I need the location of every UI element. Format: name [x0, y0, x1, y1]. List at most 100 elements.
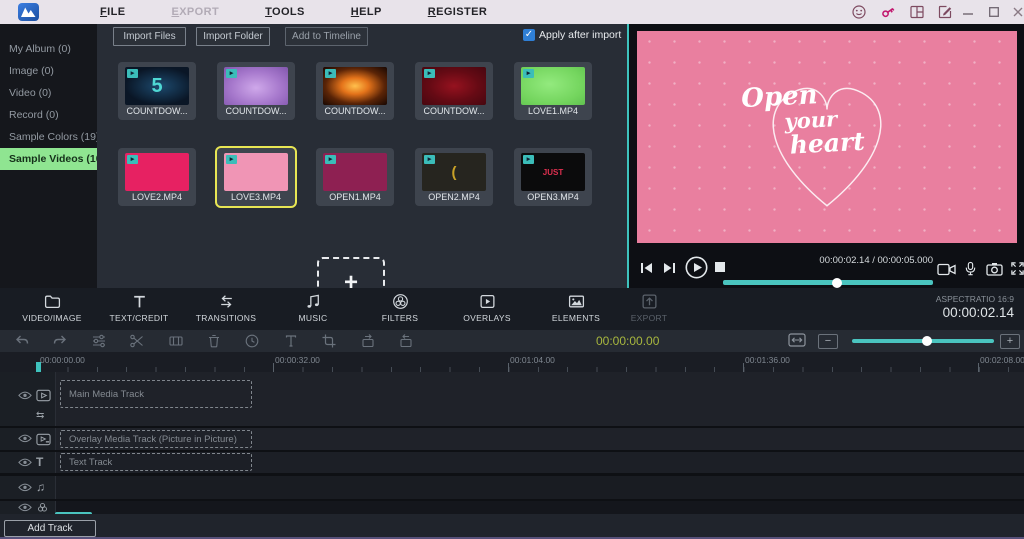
main-media-track-placeholder: Main Media Track — [60, 380, 252, 408]
edit-mode-icon[interactable] — [937, 4, 953, 20]
close-button[interactable] — [1006, 0, 1024, 24]
menu-help[interactable]: HELP — [351, 6, 382, 18]
zoom-in-button[interactable]: + — [1000, 334, 1020, 349]
pan-zoom-icon-button[interactable] — [398, 333, 414, 349]
apply-after-import-checkbox[interactable]: ✓ — [523, 29, 535, 41]
eye-icon[interactable] — [18, 434, 32, 444]
redo-icon — [52, 333, 68, 349]
play-icon — [685, 256, 708, 279]
preview-panel: Open your heart 00:00:02.14 / 00:00:05.0… — [629, 24, 1024, 288]
account-icon[interactable] — [851, 4, 867, 20]
text-tool-icon-button[interactable] — [283, 333, 299, 349]
snapshot-button[interactable] — [986, 262, 1003, 276]
video-badge-icon: ▸ — [127, 69, 138, 78]
media-item-name: OPEN2.MP4 — [415, 192, 493, 202]
media-item-open2-mp4[interactable]: ( ▸ OPEN2.MP4 — [415, 148, 493, 206]
pan-zoom-icon — [398, 333, 414, 349]
tab-label: TRANSITIONS — [178, 313, 274, 323]
playback-progress-bar[interactable] — [723, 280, 933, 285]
layout-icon[interactable] — [909, 4, 925, 20]
title-bar: FILE EXPORT TOOLS HELP REGISTER — [0, 0, 1024, 24]
redo-icon-button[interactable] — [52, 333, 68, 349]
media-item-love3-mp4[interactable]: ▸ LOVE3.MP4 — [217, 148, 295, 206]
export-icon — [641, 293, 658, 310]
stop-button[interactable] — [715, 262, 725, 272]
flip-icon-button[interactable] — [360, 333, 376, 349]
eye-icon[interactable] — [18, 458, 32, 468]
menu-tools[interactable]: TOOLS — [265, 6, 305, 18]
timeline-ruler[interactable]: 00:00:00.0000:00:32.0000:01:04.0000:01:3… — [0, 352, 1024, 372]
frame-icon-button[interactable] — [168, 333, 184, 349]
play-button[interactable] — [685, 256, 708, 279]
thumbnail-glyph: JUST — [543, 168, 563, 177]
media-item-name: OPEN1.MP4 — [316, 192, 394, 202]
media-item-name: COUNTDOW... — [316, 106, 394, 116]
sidebar-item-my-album-0[interactable]: My Album (0) — [0, 38, 97, 60]
sidebar-item-video-0[interactable]: Video (0) — [0, 82, 97, 104]
sidebar-item-image-0[interactable]: Image (0) — [0, 60, 97, 82]
fullscreen-button[interactable] — [1010, 261, 1024, 276]
menu-register[interactable]: REGISTER — [428, 6, 487, 18]
media-item-countdow[interactable]: ▸ COUNTDOW... — [415, 62, 493, 120]
video-track-icon — [36, 389, 51, 402]
apply-after-import-label: Apply after import — [539, 29, 621, 41]
eye-icon[interactable] — [18, 391, 32, 401]
sidebar-item-sample-colors-19[interactable]: Sample Colors (19) — [0, 126, 97, 148]
tab-export[interactable]: EXPORT — [601, 293, 697, 323]
undo-icon-button[interactable] — [14, 333, 30, 349]
record-voiceover-button[interactable] — [963, 261, 978, 277]
playhead-marker[interactable] — [36, 362, 41, 372]
music-track-lane[interactable] — [55, 476, 1024, 499]
timeline-zoom-slider[interactable] — [852, 339, 994, 343]
media-thumbnail: JUST ▸ — [521, 153, 585, 191]
media-item-love2-mp4[interactable]: ▸ LOVE2.MP4 — [118, 148, 196, 206]
playback-progress-knob[interactable] — [832, 278, 842, 288]
timeline-tracks: ⇆ T ♫ Main Media Track Overlay Media Tra… — [0, 372, 1024, 514]
add-to-timeline-button[interactable]: Add to Timeline — [285, 27, 368, 46]
media-item-love1-mp4[interactable]: ▸ LOVE1.MP4 — [514, 62, 592, 120]
fit-timeline-button[interactable] — [788, 333, 806, 349]
frame-icon — [168, 333, 184, 349]
media-item-countdow[interactable]: 5 ▸ COUNTDOW... — [118, 62, 196, 120]
minimize-button[interactable] — [956, 0, 980, 24]
timeline-zoom-knob[interactable] — [922, 336, 932, 346]
zoom-out-button[interactable]: − — [818, 334, 838, 349]
menu-export[interactable]: EXPORT — [171, 6, 219, 18]
duration-icon-button[interactable] — [244, 333, 260, 349]
previous-frame-button[interactable] — [640, 262, 653, 274]
import-folder-button[interactable]: Import Folder — [196, 27, 270, 46]
crop-icon-button[interactable] — [321, 333, 337, 349]
add-track-button[interactable]: Add Track — [4, 520, 96, 537]
adjust-icon-button[interactable] — [91, 333, 107, 349]
media-item-name: LOVE3.MP4 — [217, 192, 295, 202]
tab-filters[interactable]: FILTERS — [352, 293, 448, 323]
maximize-button[interactable] — [982, 0, 1006, 24]
sidebar-item-sample-videos-10[interactable]: Sample Videos (10) — [0, 148, 97, 170]
media-item-open1-mp4[interactable]: ▸ OPEN1.MP4 — [316, 148, 394, 206]
app-logo-icon — [18, 3, 39, 21]
tab-transitions[interactable]: TRANSITIONS — [178, 293, 274, 323]
media-item-countdow[interactable]: ▸ COUNTDOW... — [217, 62, 295, 120]
tab-label: TEXT/CREDIT — [91, 313, 187, 323]
media-item-open3-mp4[interactable]: JUST ▸ OPEN3.MP4 — [514, 148, 592, 206]
import-files-button[interactable]: Import Files — [113, 27, 186, 46]
tab-video-image[interactable]: VIDEO/IMAGE — [4, 293, 100, 323]
tab-text-credit[interactable]: TEXT/CREDIT — [91, 293, 187, 323]
detach-preview-button[interactable] — [937, 263, 956, 276]
media-item-countdow[interactable]: ▸ COUNTDOW... — [316, 62, 394, 120]
eye-icon[interactable] — [18, 483, 32, 493]
tab-overlays[interactable]: OVERLAYS — [439, 293, 535, 323]
delete-icon-button[interactable] — [206, 333, 222, 349]
filter-track-lane[interactable] — [55, 501, 1024, 514]
next-frame-button[interactable] — [663, 262, 676, 274]
aspect-ratio-label: ASPECTRATIO 16:9 — [936, 294, 1014, 304]
tab-label: VIDEO/IMAGE — [4, 313, 100, 323]
split-icon-button[interactable] — [129, 333, 145, 349]
video-badge-icon: ▸ — [325, 69, 336, 78]
tab-music[interactable]: MUSIC — [265, 293, 361, 323]
sidebar-item-record-0[interactable]: Record (0) — [0, 104, 97, 126]
menu-file[interactable]: FILE — [100, 6, 125, 18]
tab-label: EXPORT — [601, 313, 697, 323]
eye-icon[interactable] — [18, 503, 32, 513]
register-key-icon[interactable] — [880, 4, 896, 20]
